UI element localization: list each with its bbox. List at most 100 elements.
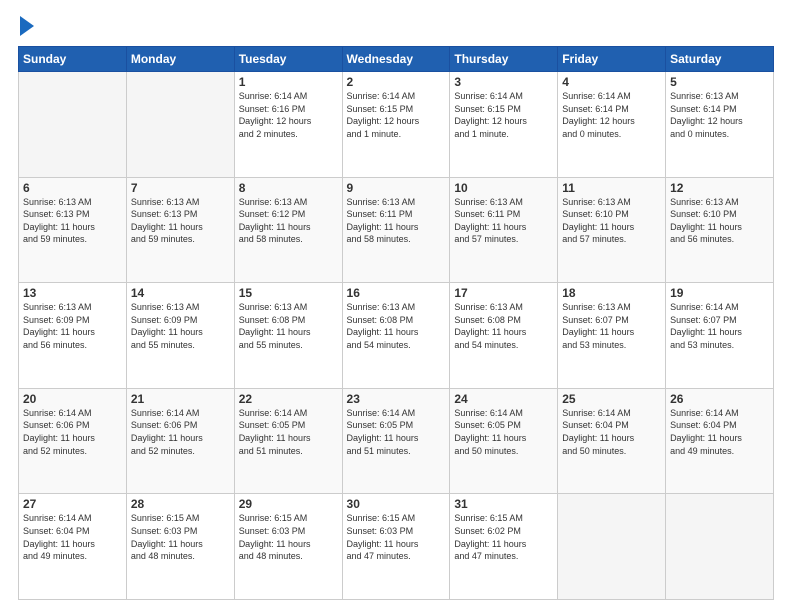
day-number: 7 (131, 181, 230, 195)
day-info: Sunrise: 6:13 AM Sunset: 6:07 PM Dayligh… (562, 301, 661, 351)
day-info: Sunrise: 6:14 AM Sunset: 6:05 PM Dayligh… (239, 407, 338, 457)
day-info: Sunrise: 6:14 AM Sunset: 6:05 PM Dayligh… (347, 407, 446, 457)
day-number: 14 (131, 286, 230, 300)
calendar-cell: 11Sunrise: 6:13 AM Sunset: 6:10 PM Dayli… (558, 177, 666, 283)
day-info: Sunrise: 6:14 AM Sunset: 6:05 PM Dayligh… (454, 407, 553, 457)
calendar-cell: 4Sunrise: 6:14 AM Sunset: 6:14 PM Daylig… (558, 72, 666, 178)
day-info: Sunrise: 6:13 AM Sunset: 6:09 PM Dayligh… (131, 301, 230, 351)
weekday-header: Friday (558, 47, 666, 72)
calendar-cell (126, 72, 234, 178)
day-info: Sunrise: 6:13 AM Sunset: 6:11 PM Dayligh… (454, 196, 553, 246)
weekday-header: Sunday (19, 47, 127, 72)
calendar-header-row: SundayMondayTuesdayWednesdayThursdayFrid… (19, 47, 774, 72)
day-info: Sunrise: 6:13 AM Sunset: 6:13 PM Dayligh… (23, 196, 122, 246)
calendar-cell: 25Sunrise: 6:14 AM Sunset: 6:04 PM Dayli… (558, 388, 666, 494)
day-info: Sunrise: 6:14 AM Sunset: 6:04 PM Dayligh… (670, 407, 769, 457)
calendar-cell: 12Sunrise: 6:13 AM Sunset: 6:10 PM Dayli… (666, 177, 774, 283)
day-number: 10 (454, 181, 553, 195)
day-info: Sunrise: 6:13 AM Sunset: 6:10 PM Dayligh… (562, 196, 661, 246)
calendar-cell: 3Sunrise: 6:14 AM Sunset: 6:15 PM Daylig… (450, 72, 558, 178)
calendar-cell: 21Sunrise: 6:14 AM Sunset: 6:06 PM Dayli… (126, 388, 234, 494)
day-number: 4 (562, 75, 661, 89)
calendar-cell: 7Sunrise: 6:13 AM Sunset: 6:13 PM Daylig… (126, 177, 234, 283)
day-number: 5 (670, 75, 769, 89)
calendar-cell: 16Sunrise: 6:13 AM Sunset: 6:08 PM Dayli… (342, 283, 450, 389)
calendar-cell: 22Sunrise: 6:14 AM Sunset: 6:05 PM Dayli… (234, 388, 342, 494)
calendar-week-row: 20 Sunrise: 6:14 AM Sunset: 6:06 PM Dayli… (19, 388, 774, 494)
day-number: 11 (562, 181, 661, 195)
day-number: 2 (347, 75, 446, 89)
day-info: Sunrise: 6:13 AM Sunset: 6:09 PM Dayligh… (23, 301, 122, 351)
day-info: Sunrise: 6:14 AM Sunset: 6:04 PM Dayligh… (562, 407, 661, 457)
day-info: Sunrise: 6:14 AM Sunset: 6:04 PM Dayligh… (23, 512, 122, 562)
day-number: 8 (239, 181, 338, 195)
day-number: 25 (562, 392, 661, 406)
day-number: 28 (131, 497, 230, 511)
day-info: Sunrise: 6:14 AM Sunset: 6:16 PM Dayligh… (239, 90, 338, 140)
day-number: 6 (23, 181, 122, 195)
day-number: 27 (23, 497, 122, 511)
calendar-week-row: 27Sunrise: 6:14 AM Sunset: 6:04 PM Dayli… (19, 494, 774, 600)
day-info: Sunrise: 6:13 AM Sunset: 6:08 PM Dayligh… (347, 301, 446, 351)
header (18, 18, 774, 36)
day-number: 24 (454, 392, 553, 406)
calendar-cell: 24Sunrise: 6:14 AM Sunset: 6:05 PM Dayli… (450, 388, 558, 494)
day-info: Sunrise: 6:14 AM Sunset: 6:06 PM Dayligh… (131, 407, 230, 457)
day-info: Sunrise: 6:15 AM Sunset: 6:03 PM Dayligh… (347, 512, 446, 562)
calendar-cell: 13Sunrise: 6:13 AM Sunset: 6:09 PM Dayli… (19, 283, 127, 389)
calendar-cell: 17Sunrise: 6:13 AM Sunset: 6:08 PM Dayli… (450, 283, 558, 389)
day-number: 15 (239, 286, 338, 300)
day-number: 19 (670, 286, 769, 300)
weekday-header: Saturday (666, 47, 774, 72)
calendar-cell: 30Sunrise: 6:15 AM Sunset: 6:03 PM Dayli… (342, 494, 450, 600)
calendar-cell: 14Sunrise: 6:13 AM Sunset: 6:09 PM Dayli… (126, 283, 234, 389)
calendar-cell (558, 494, 666, 600)
weekday-header: Tuesday (234, 47, 342, 72)
weekday-header: Monday (126, 47, 234, 72)
logo (18, 18, 34, 36)
calendar-cell: 31Sunrise: 6:15 AM Sunset: 6:02 PM Dayli… (450, 494, 558, 600)
day-number: 30 (347, 497, 446, 511)
day-info: Sunrise: 6:15 AM Sunset: 6:03 PM Dayligh… (239, 512, 338, 562)
day-number: 22 (239, 392, 338, 406)
day-info: Sunrise: 6:14 AM Sunset: 6:15 PM Dayligh… (347, 90, 446, 140)
calendar-cell: 23Sunrise: 6:14 AM Sunset: 6:05 PM Dayli… (342, 388, 450, 494)
day-number: 16 (347, 286, 446, 300)
day-info: Sunrise: 6:14 AM Sunset: 6:14 PM Dayligh… (562, 90, 661, 140)
calendar-cell: 2Sunrise: 6:14 AM Sunset: 6:15 PM Daylig… (342, 72, 450, 178)
day-number: 26 (670, 392, 769, 406)
day-number: 20 (23, 392, 122, 406)
day-number: 21 (131, 392, 230, 406)
day-number: 12 (670, 181, 769, 195)
logo-arrow-icon (20, 16, 34, 36)
weekday-header: Thursday (450, 47, 558, 72)
day-info: Sunrise: 6:13 AM Sunset: 6:12 PM Dayligh… (239, 196, 338, 246)
calendar-cell: 28Sunrise: 6:15 AM Sunset: 6:03 PM Dayli… (126, 494, 234, 600)
day-number: 13 (23, 286, 122, 300)
day-info: Sunrise: 6:15 AM Sunset: 6:03 PM Dayligh… (131, 512, 230, 562)
day-info: Sunrise: 6:15 AM Sunset: 6:02 PM Dayligh… (454, 512, 553, 562)
calendar-cell: 18Sunrise: 6:13 AM Sunset: 6:07 PM Dayli… (558, 283, 666, 389)
calendar-table: SundayMondayTuesdayWednesdayThursdayFrid… (18, 46, 774, 600)
day-number: 29 (239, 497, 338, 511)
calendar-cell: 26Sunrise: 6:14 AM Sunset: 6:04 PM Dayli… (666, 388, 774, 494)
day-number: 9 (347, 181, 446, 195)
calendar-cell: 9Sunrise: 6:13 AM Sunset: 6:11 PM Daylig… (342, 177, 450, 283)
calendar-cell: 29Sunrise: 6:15 AM Sunset: 6:03 PM Dayli… (234, 494, 342, 600)
day-info: Sunrise: 6:13 AM Sunset: 6:11 PM Dayligh… (347, 196, 446, 246)
calendar-cell: 5Sunrise: 6:13 AM Sunset: 6:14 PM Daylig… (666, 72, 774, 178)
day-number: 17 (454, 286, 553, 300)
day-info: Sunrise: 6:13 AM Sunset: 6:14 PM Dayligh… (670, 90, 769, 140)
page: SundayMondayTuesdayWednesdayThursdayFrid… (0, 0, 792, 612)
calendar-cell: 20Sunrise: 6:14 AM Sunset: 6:06 PM Dayli… (19, 388, 127, 494)
day-info: Sunrise: 6:14 AM Sunset: 6:15 PM Dayligh… (454, 90, 553, 140)
day-info: Sunrise: 6:14 AM Sunset: 6:07 PM Dayligh… (670, 301, 769, 351)
calendar-cell: 10Sunrise: 6:13 AM Sunset: 6:11 PM Dayli… (450, 177, 558, 283)
day-info: Sunrise: 6:13 AM Sunset: 6:08 PM Dayligh… (239, 301, 338, 351)
calendar-cell: 8Sunrise: 6:13 AM Sunset: 6:12 PM Daylig… (234, 177, 342, 283)
calendar-cell: 1Sunrise: 6:14 AM Sunset: 6:16 PM Daylig… (234, 72, 342, 178)
weekday-header: Wednesday (342, 47, 450, 72)
calendar-week-row: 6Sunrise: 6:13 AM Sunset: 6:13 PM Daylig… (19, 177, 774, 283)
day-number: 3 (454, 75, 553, 89)
day-number: 23 (347, 392, 446, 406)
